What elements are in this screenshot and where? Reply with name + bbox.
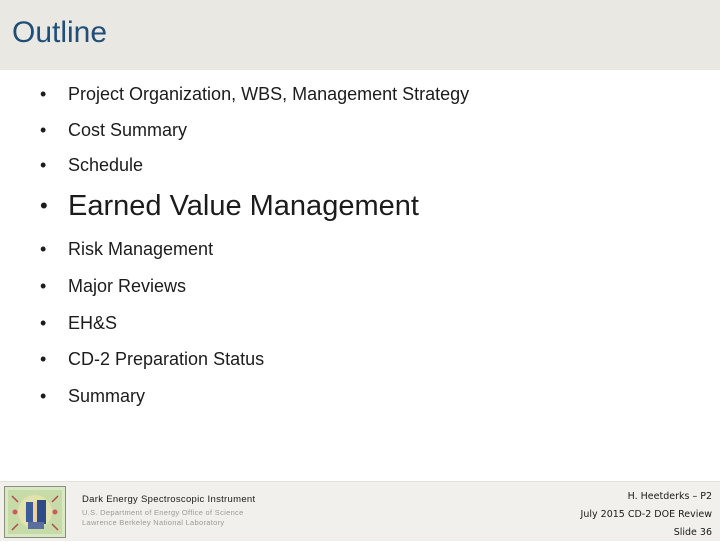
- bullet-text: Major Reviews: [68, 276, 187, 296]
- bullet-dot: •: [40, 155, 47, 175]
- slide-number: Slide 36: [673, 527, 712, 538]
- bullet-item: • Major Reviews: [40, 276, 186, 297]
- desi-logo-icon: [4, 486, 66, 538]
- agency-name: U.S. Department of Energy Office of Scie…: [82, 508, 244, 517]
- presenter-label: H. Heetderks – P2: [627, 491, 712, 502]
- footer-meta: H. Heetderks – P2 July 2015 CD-2 DOE Rev…: [581, 488, 712, 542]
- bullet-item: • Schedule: [40, 155, 143, 176]
- bullet-item-emphasized: • Earned Value Management: [40, 190, 419, 223]
- bullet-dot: •: [40, 193, 48, 218]
- bullet-item: • Cost Summary: [40, 120, 187, 141]
- bullet-dot: •: [40, 239, 47, 259]
- bullet-item: • CD-2 Preparation Status: [40, 349, 264, 370]
- bullet-text: Project Organization, WBS, Management St…: [68, 84, 470, 104]
- bullet-text: Earned Value Management: [68, 190, 419, 222]
- bullet-item: • Project Organization, WBS, Management S…: [40, 84, 469, 105]
- footer-affiliation: Dark Energy Spectroscopic Instrument U.S…: [82, 494, 255, 527]
- bullet-item: • Summary: [40, 386, 145, 407]
- bullet-dot: •: [40, 386, 47, 406]
- bullet-text: Schedule: [68, 155, 144, 175]
- project-name: Dark Energy Spectroscopic Instrument: [82, 494, 256, 505]
- bullet-dot: •: [40, 313, 47, 333]
- bullet-text: Cost Summary: [68, 120, 188, 140]
- bullet-text: CD-2 Preparation Status: [68, 349, 265, 369]
- bullet-list: • Project Organization, WBS, Management S…: [0, 0, 720, 480]
- bullet-dot: •: [40, 120, 47, 140]
- bullet-text: Summary: [68, 386, 146, 406]
- bullet-item: • EH&S: [40, 313, 117, 334]
- bullet-dot: •: [40, 84, 47, 104]
- bullet-dot: •: [40, 349, 47, 369]
- slide-footer: Dark Energy Spectroscopic Instrument U.S…: [0, 481, 720, 541]
- bullet-item: • Risk Management: [40, 239, 213, 260]
- bullet-text: Risk Management: [68, 239, 214, 259]
- bullet-text: EH&S: [68, 313, 118, 333]
- bullet-dot: •: [40, 276, 47, 296]
- lab-name: Lawrence Berkeley National Laboratory: [82, 518, 225, 527]
- event-label: July 2015 CD-2 DOE Review: [580, 509, 712, 520]
